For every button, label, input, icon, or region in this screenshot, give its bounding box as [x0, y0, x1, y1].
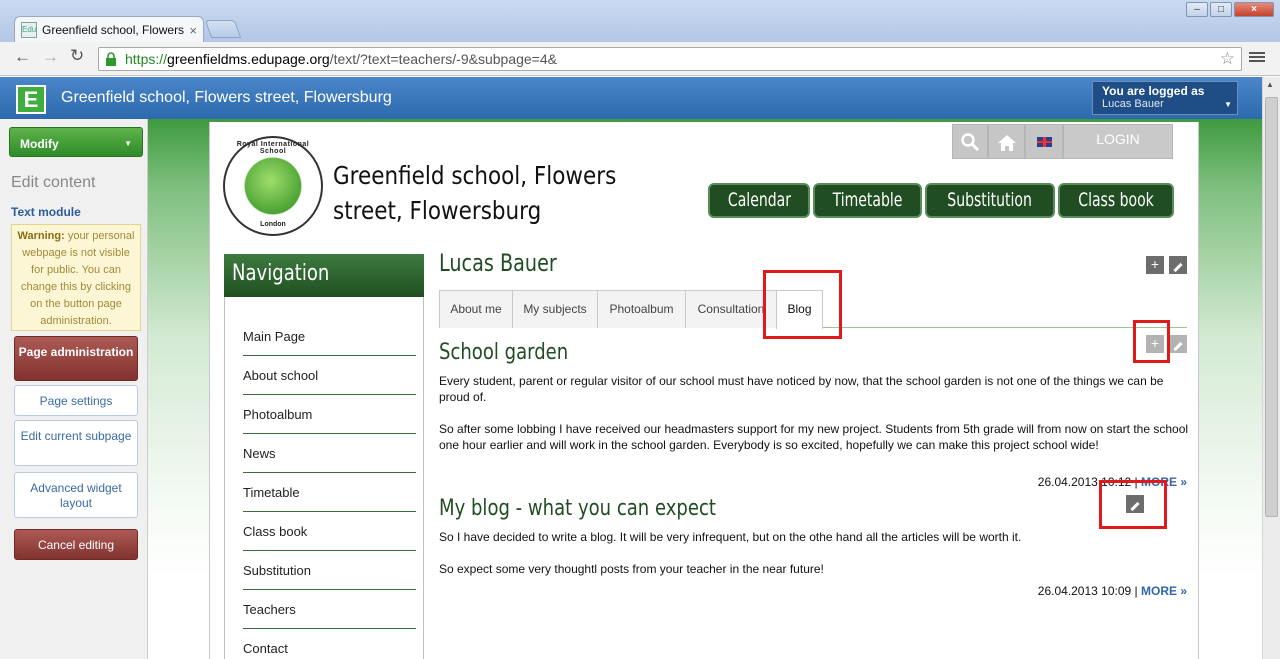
edit-blog-button[interactable]	[1169, 335, 1187, 353]
nav-item-teachers[interactable]: Teachers	[243, 590, 416, 629]
add-widget-button[interactable]: +	[1146, 256, 1164, 274]
text-module-label: Text module	[11, 205, 81, 219]
post-date: 26.04.2013 10:09 | MORE »	[1037, 584, 1187, 598]
window-controls: – □ ×	[1186, 2, 1274, 17]
login-button[interactable]: LOGIN	[1063, 124, 1173, 159]
edit-content-title: Edit content	[11, 174, 96, 191]
modify-button[interactable]: Modify ▼	[9, 127, 143, 157]
uk-flag-icon	[1037, 137, 1052, 147]
window-close-icon[interactable]: ×	[1234, 2, 1274, 17]
nav-item-substitution[interactable]: Substitution	[243, 551, 416, 590]
more-link[interactable]: MORE »	[1141, 584, 1187, 598]
bookmark-star-icon[interactable]: ☆	[1220, 49, 1235, 69]
chevron-down-icon: ▼	[1224, 100, 1232, 109]
logged-user-name: Lucas Bauer	[1102, 98, 1164, 110]
nav-item-contact[interactable]: Contact	[243, 629, 416, 659]
chevron-down-icon: ▼	[124, 139, 132, 148]
new-tab-button[interactable]	[204, 20, 242, 38]
lock-icon	[106, 52, 116, 66]
substitution-button[interactable]: Substitution	[925, 183, 1055, 218]
scrollbar-thumb[interactable]	[1265, 97, 1278, 517]
forward-arrow-icon[interactable]: →	[42, 47, 59, 67]
maximize-icon[interactable]: □	[1210, 2, 1232, 17]
class-book-button[interactable]: Class book	[1058, 183, 1174, 218]
teacher-name-heading: Lucas Bauer	[439, 249, 557, 277]
search-button[interactable]	[952, 124, 988, 159]
tab-my-subjects[interactable]: My subjects	[512, 290, 598, 328]
browser-menu-icon[interactable]	[1249, 50, 1265, 66]
post-paragraph: So after some lobbing I have received ou…	[439, 422, 1189, 452]
edit-widget-button[interactable]	[1169, 256, 1187, 274]
timetable-button[interactable]: Timetable	[813, 183, 922, 218]
plus-icon: +	[1150, 256, 1160, 272]
highlight-box-edit-post	[1099, 480, 1167, 529]
page-administration-button[interactable]: Page administration	[14, 336, 138, 381]
tab-about-me[interactable]: About me	[439, 290, 513, 328]
url-text: https://greenfieldms.edupage.org/text/?t…	[125, 51, 557, 67]
close-tab-icon[interactable]: ×	[189, 23, 197, 38]
back-arrow-icon[interactable]: ←	[14, 47, 31, 67]
reload-icon[interactable]: ↻	[70, 46, 84, 66]
nav-item-photoalbum[interactable]: Photoalbum	[243, 395, 416, 434]
home-icon	[997, 135, 1016, 151]
warning-message: Warning: your personal webpage is not vi…	[11, 224, 141, 331]
post-title[interactable]: School garden	[439, 340, 568, 365]
advanced-widget-layout-button[interactable]: Advanced widget layout	[14, 472, 138, 518]
nav-item-about-school[interactable]: About school	[243, 356, 416, 395]
pencil-icon	[1173, 341, 1183, 352]
browser-tab-title: Greenfield school, Flowers st	[42, 23, 186, 37]
tab-photoalbum[interactable]: Photoalbum	[597, 290, 686, 328]
school-logo[interactable]: Royal International School London	[223, 136, 323, 236]
school-logo-emblem	[245, 158, 301, 214]
post-paragraph: So I have decided to write a blog. It wi…	[439, 530, 1022, 544]
edit-current-subpage-button[interactable]: Edit current subpage	[14, 420, 138, 466]
browser-tab[interactable]: Edu Greenfield school, Flowers st ×	[14, 16, 204, 43]
scroll-up-arrow-icon[interactable]: ▲	[1266, 80, 1274, 89]
cancel-editing-button[interactable]: Cancel editing	[14, 529, 138, 560]
post-paragraph: So expect some very thoughtl posts from …	[439, 562, 824, 576]
edupage-favicon-icon: Edu	[21, 22, 37, 38]
minimize-icon[interactable]: –	[1186, 2, 1208, 17]
calendar-button[interactable]: Calendar	[708, 183, 810, 218]
logged-user-menu[interactable]: You are logged as Lucas Bauer ▼	[1092, 81, 1238, 115]
pencil-icon	[1173, 262, 1183, 273]
nav-item-class-book[interactable]: Class book	[243, 512, 416, 551]
school-logo-ring-text-bottom: London	[260, 221, 286, 228]
search-icon	[961, 133, 980, 152]
post-paragraph: Every student, parent or regular visitor…	[439, 374, 1164, 404]
home-button[interactable]	[988, 124, 1025, 159]
nav-item-timetable[interactable]: Timetable	[243, 473, 416, 512]
address-bar[interactable]: https://greenfieldms.edupage.org/text/?t…	[98, 47, 1242, 71]
nav-item-news[interactable]: News	[243, 434, 416, 473]
vertical-scrollbar[interactable]	[1262, 77, 1280, 659]
navigation-title: Navigation	[224, 254, 424, 297]
school-name: Greenfield school, Flowers street, Flowe…	[333, 161, 617, 225]
school-logo-ring-text: Royal International School	[236, 141, 310, 155]
highlight-box-add-post	[1133, 320, 1170, 363]
edupage-site-title: Greenfield school, Flowers street, Flowe…	[61, 89, 392, 106]
nav-item-main-page[interactable]: Main Page	[243, 317, 416, 356]
modify-label: Modify	[20, 137, 59, 151]
logged-label: You are logged as	[1102, 84, 1205, 98]
edupage-logo[interactable]: E	[16, 85, 46, 114]
highlight-box-blog-tab	[763, 270, 842, 339]
post-title[interactable]: My blog - what you can expect	[439, 496, 716, 521]
page-settings-button[interactable]: Page settings	[14, 385, 138, 416]
language-button[interactable]	[1025, 124, 1063, 159]
